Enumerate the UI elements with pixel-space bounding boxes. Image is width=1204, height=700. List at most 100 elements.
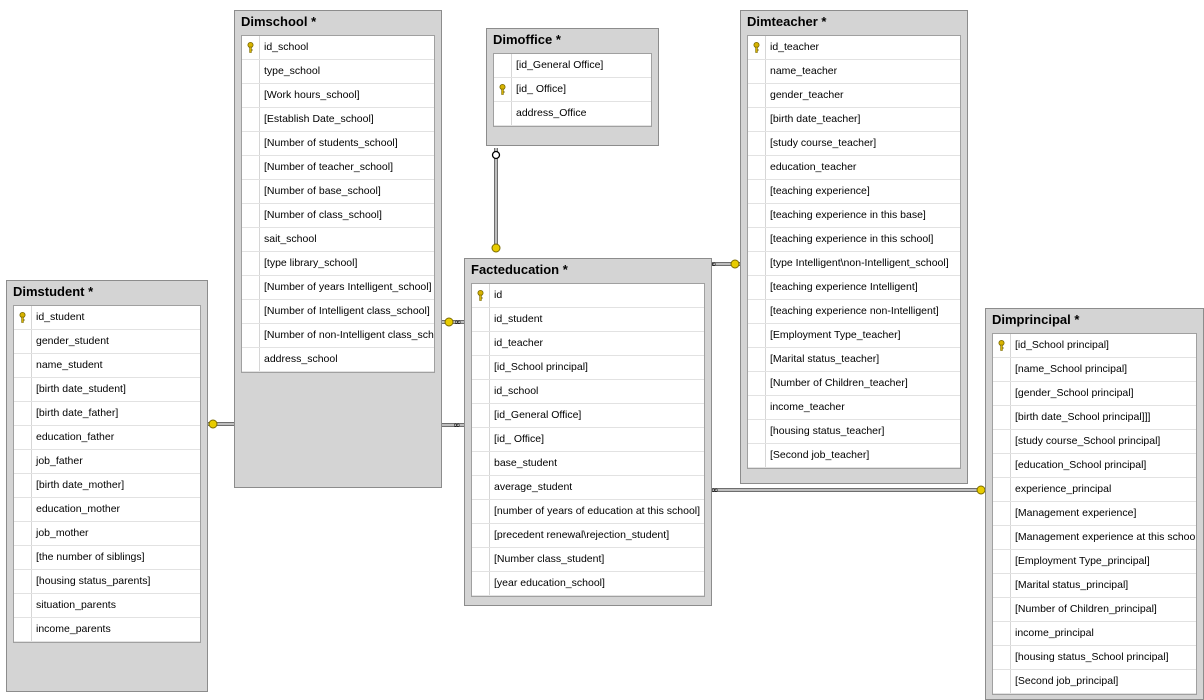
row-selector[interactable] [472, 284, 490, 307]
column-row[interactable]: base_student [472, 452, 704, 476]
column-row[interactable]: [Number of Children_teacher] [748, 372, 960, 396]
row-selector[interactable] [993, 598, 1011, 621]
row-selector[interactable] [748, 204, 766, 227]
column-row[interactable]: [Number of teacher_school] [242, 156, 434, 180]
relationship-teacher-fact[interactable]: ∞ [709, 259, 742, 270]
column-row[interactable]: gender_student [14, 330, 200, 354]
row-selector[interactable] [748, 60, 766, 83]
column-row[interactable]: [id_School principal] [472, 356, 704, 380]
row-selector[interactable] [748, 228, 766, 251]
row-selector[interactable] [748, 252, 766, 275]
row-selector[interactable] [472, 404, 490, 427]
row-selector[interactable] [14, 402, 32, 425]
row-selector[interactable] [748, 300, 766, 323]
column-row[interactable]: id_student [14, 306, 200, 330]
row-selector[interactable] [993, 454, 1011, 477]
row-selector[interactable] [14, 546, 32, 569]
row-selector[interactable] [472, 356, 490, 379]
column-row[interactable]: [id_ Office] [472, 428, 704, 452]
column-row[interactable]: job_father [14, 450, 200, 474]
column-row[interactable]: [teaching experience non-Intelligent] [748, 300, 960, 324]
column-row[interactable]: [education_School principal] [993, 454, 1196, 478]
column-row[interactable]: [Number class_student] [472, 548, 704, 572]
row-selector[interactable] [993, 502, 1011, 525]
row-selector[interactable] [242, 156, 260, 179]
column-row[interactable]: [year education_school] [472, 572, 704, 596]
column-row[interactable]: gender_teacher [748, 84, 960, 108]
column-row[interactable]: [Management experience] [993, 502, 1196, 526]
row-selector[interactable] [14, 450, 32, 473]
column-row[interactable]: name_teacher [748, 60, 960, 84]
column-row[interactable]: [Marital status_principal] [993, 574, 1196, 598]
row-selector[interactable] [993, 478, 1011, 501]
table-facteducation[interactable]: Facteducation * id id_student id_teacher [i… [464, 258, 712, 606]
column-row[interactable]: income_parents [14, 618, 200, 642]
column-row[interactable]: experience_principal [993, 478, 1196, 502]
row-selector[interactable] [242, 36, 260, 59]
column-row[interactable]: job_mother [14, 522, 200, 546]
row-selector[interactable] [472, 476, 490, 499]
row-selector[interactable] [14, 570, 32, 593]
row-selector[interactable] [748, 276, 766, 299]
column-row[interactable]: [Number of Intelligent class_school] [242, 300, 434, 324]
row-selector[interactable] [748, 156, 766, 179]
row-selector[interactable] [242, 300, 260, 323]
row-selector[interactable] [993, 574, 1011, 597]
row-selector[interactable] [993, 382, 1011, 405]
row-selector[interactable] [993, 334, 1011, 357]
row-selector[interactable] [14, 306, 32, 329]
row-selector[interactable] [14, 594, 32, 617]
column-row[interactable]: [Number of base_school] [242, 180, 434, 204]
column-row[interactable]: [id_General Office] [472, 404, 704, 428]
column-row[interactable]: [study course_teacher] [748, 132, 960, 156]
column-row[interactable]: education_mother [14, 498, 200, 522]
column-row[interactable]: [teaching experience in this school] [748, 228, 960, 252]
row-selector[interactable] [242, 276, 260, 299]
row-selector[interactable] [993, 358, 1011, 381]
column-row[interactable]: id_teacher [748, 36, 960, 60]
relationship-school-fact[interactable]: ∞ [442, 317, 466, 328]
row-selector[interactable] [14, 354, 32, 377]
column-row[interactable]: income_principal [993, 622, 1196, 646]
column-row[interactable]: [Number of non-Intelligent class_school] [242, 324, 434, 348]
column-row[interactable]: education_teacher [748, 156, 960, 180]
column-row[interactable]: [precedent renewal\rejection_student] [472, 524, 704, 548]
column-row[interactable]: [teaching experience Intelligent] [748, 276, 960, 300]
table-dimteacher[interactable]: Dimteacher * id_teacher name_teacher gende… [740, 10, 968, 484]
column-row[interactable]: situation_parents [14, 594, 200, 618]
column-row[interactable]: id_teacher [472, 332, 704, 356]
row-selector[interactable] [748, 132, 766, 155]
column-row[interactable]: education_father [14, 426, 200, 450]
column-row[interactable]: [housing status_parents] [14, 570, 200, 594]
column-row[interactable]: id [472, 284, 704, 308]
column-row[interactable]: [id_School principal] [993, 334, 1196, 358]
column-row[interactable]: [Marital status_teacher] [748, 348, 960, 372]
relationship-student-school[interactable] [208, 419, 236, 429]
column-row[interactable]: [Second job_teacher] [748, 444, 960, 468]
column-row[interactable]: [study course_School principal] [993, 430, 1196, 454]
row-selector[interactable] [242, 180, 260, 203]
row-selector[interactable] [748, 420, 766, 443]
column-row[interactable]: id_school [242, 36, 434, 60]
row-selector[interactable] [472, 500, 490, 523]
column-row[interactable]: [Second job_principal] [993, 670, 1196, 694]
column-row[interactable]: income_teacher [748, 396, 960, 420]
row-selector[interactable] [494, 78, 512, 101]
row-selector[interactable] [472, 332, 490, 355]
column-row[interactable]: [birth date_teacher] [748, 108, 960, 132]
column-row[interactable]: [Establish Date_school] [242, 108, 434, 132]
row-selector[interactable] [14, 522, 32, 545]
row-selector[interactable] [14, 498, 32, 521]
row-selector[interactable] [14, 378, 32, 401]
column-row[interactable]: [Employment Type_principal] [993, 550, 1196, 574]
column-row[interactable]: type_school [242, 60, 434, 84]
row-selector[interactable] [472, 380, 490, 403]
row-selector[interactable] [242, 324, 260, 347]
row-selector[interactable] [748, 324, 766, 347]
table-dimoffice[interactable]: Dimoffice * [id_General Office] [id_ Offi… [486, 28, 659, 146]
column-row[interactable]: [birth date_student] [14, 378, 200, 402]
row-selector[interactable] [14, 426, 32, 449]
row-selector[interactable] [993, 526, 1011, 549]
column-row[interactable]: id_school [472, 380, 704, 404]
column-row[interactable]: [Number of Children_principal] [993, 598, 1196, 622]
